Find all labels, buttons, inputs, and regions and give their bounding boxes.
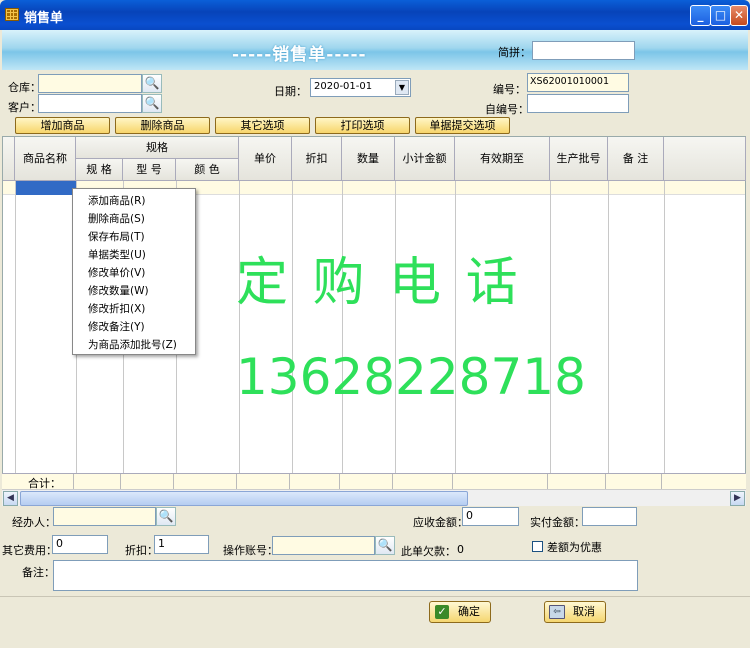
handler-label: 经办人： xyxy=(12,516,56,529)
receivable-input[interactable]: 0 xyxy=(462,507,519,526)
print-options-button[interactable]: 打印选项 xyxy=(315,117,410,134)
menu-item-edit-price[interactable]: 修改单价(V) xyxy=(73,264,195,282)
column-header-subtotal[interactable]: 小计金额 xyxy=(395,137,455,181)
date-value: 2020-01-01 xyxy=(314,81,373,92)
footer-bar xyxy=(0,596,750,648)
banner-title: -----销售单----- xyxy=(232,45,367,65)
owed-label: 此单欠款： xyxy=(401,545,456,558)
column-header-expiry[interactable]: 有效期至 xyxy=(455,137,550,181)
paid-input[interactable] xyxy=(582,507,637,526)
owed-value: 0 xyxy=(457,543,464,556)
checkmark-icon: ✓ xyxy=(435,605,449,619)
remark-textarea[interactable] xyxy=(53,560,638,591)
remark-label: 备注： xyxy=(22,566,55,579)
column-header-batch[interactable]: 生产批号 xyxy=(550,137,608,181)
handler-input[interactable] xyxy=(53,507,156,526)
account-label: 操作账号： xyxy=(223,544,278,557)
discount-input[interactable]: 1 xyxy=(154,535,209,554)
promo-phone-number: 13628228718 xyxy=(236,348,586,406)
menu-item-add-batch[interactable]: 为商品添加批号(Z) xyxy=(73,336,195,354)
menu-item-save-layout[interactable]: 保存布局(T) xyxy=(73,228,195,246)
exit-door-icon: ⇦ xyxy=(549,605,565,619)
minimize-button[interactable]: _ xyxy=(690,5,711,26)
column-header-price[interactable]: 单价 xyxy=(239,137,292,181)
customer-search-icon[interactable]: 🔍 xyxy=(142,94,162,113)
close-button[interactable]: ✕ xyxy=(730,5,748,26)
menu-item-delete-product[interactable]: 删除商品(S) xyxy=(73,210,195,228)
scrollbar-thumb[interactable] xyxy=(20,491,468,506)
column-header-name[interactable]: 商品名称 xyxy=(15,137,76,181)
window-grid-icon xyxy=(5,8,19,21)
number-label: 编号： xyxy=(493,83,526,96)
menu-item-edit-discount[interactable]: 修改折扣(X) xyxy=(73,300,195,318)
date-picker[interactable]: 2020-01-01 ▼ xyxy=(310,78,411,97)
discount-checkbox-label: 差额为优惠 xyxy=(547,541,602,554)
menu-item-add-product[interactable]: 添加商品(R) xyxy=(73,192,195,210)
promo-phone-title: 定 购 电 话 xyxy=(236,253,522,313)
warehouse-input[interactable] xyxy=(38,74,142,93)
menu-item-document-type[interactable]: 单据类型(U) xyxy=(73,246,195,264)
jianpin-label: 简拼： xyxy=(498,46,531,59)
sub-header-spec[interactable]: 规 格 xyxy=(76,159,123,181)
jianpin-input[interactable] xyxy=(532,41,635,60)
submit-options-button[interactable]: 单据提交选项 xyxy=(415,117,510,134)
number-input[interactable]: XS62001010001 xyxy=(527,73,629,92)
context-menu[interactable]: 添加商品(R) 删除商品(S) 保存布局(T) 单据类型(U) 修改单价(V) … xyxy=(72,188,196,355)
discount-checkbox[interactable] xyxy=(532,541,543,552)
delete-product-button[interactable]: 删除商品 xyxy=(115,117,210,134)
selected-cell[interactable] xyxy=(15,181,76,195)
paid-label: 实付金额： xyxy=(530,516,585,529)
cancel-label: 取消 xyxy=(573,605,595,618)
menu-item-edit-quantity[interactable]: 修改数量(W) xyxy=(73,282,195,300)
account-search-icon[interactable]: 🔍 xyxy=(375,536,395,555)
receivable-label: 应收金额： xyxy=(413,516,468,529)
column-header-remark[interactable]: 备 注 xyxy=(608,137,664,181)
header-banner: -----销售单----- 简拼： xyxy=(2,30,748,70)
horizontal-scrollbar[interactable]: ◀ ▶ xyxy=(2,489,746,506)
date-label: 日期： xyxy=(274,85,307,98)
custom-number-label: 自编号： xyxy=(485,103,529,116)
add-product-button[interactable]: 增加商品 xyxy=(15,117,110,134)
scroll-left-icon[interactable]: ◀ xyxy=(3,491,18,506)
handler-search-icon[interactable]: 🔍 xyxy=(156,507,176,526)
customer-label: 客户： xyxy=(8,101,41,114)
warehouse-label: 仓库： xyxy=(8,81,41,94)
menu-item-edit-remark[interactable]: 修改备注(Y) xyxy=(73,318,195,336)
cancel-button[interactable]: ⇦ 取消 xyxy=(544,601,606,623)
other-fee-label: 其它费用： xyxy=(2,544,57,557)
column-header-discount[interactable]: 折扣 xyxy=(292,137,342,181)
title-bar: 销售单 _ □ ✕ xyxy=(0,0,750,30)
total-row: 合计： xyxy=(2,473,746,490)
row-header-corner xyxy=(3,137,15,181)
maximize-button[interactable]: □ xyxy=(710,5,731,26)
ok-label: 确定 xyxy=(458,605,480,618)
column-header-quantity[interactable]: 数量 xyxy=(342,137,395,181)
sub-header-color[interactable]: 颜 色 xyxy=(176,159,239,181)
scroll-right-icon[interactable]: ▶ xyxy=(730,491,745,506)
chevron-down-icon[interactable]: ▼ xyxy=(395,80,409,95)
custom-number-input[interactable] xyxy=(527,94,629,113)
window-title: 销售单 xyxy=(24,11,64,26)
sub-header-model[interactable]: 型 号 xyxy=(123,159,176,181)
warehouse-search-icon[interactable]: 🔍 xyxy=(142,74,162,93)
account-input[interactable] xyxy=(272,536,375,555)
ok-button[interactable]: ✓ 确定 xyxy=(429,601,491,623)
other-fee-input[interactable]: 0 xyxy=(52,535,108,554)
customer-input[interactable] xyxy=(38,94,142,113)
column-header-spec[interactable]: 规格 xyxy=(76,137,239,159)
other-options-button[interactable]: 其它选项 xyxy=(215,117,310,134)
column-header-filler xyxy=(664,137,746,181)
